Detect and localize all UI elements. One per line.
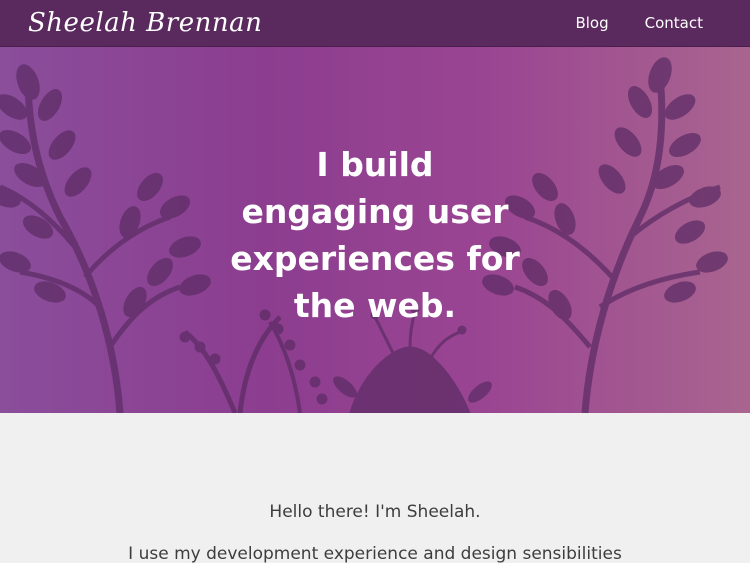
- hero-line: I build: [316, 145, 434, 184]
- hero-line: experiences for: [230, 239, 520, 278]
- intro-text: I use my development experience and desi…: [128, 544, 622, 563]
- hero-line: the web.: [293, 286, 457, 325]
- site-header: Sheelah Brennan Blog Contact: [0, 0, 750, 47]
- nav-link-contact[interactable]: Contact: [645, 14, 703, 32]
- site-logo-link[interactable]: Sheelah Brennan: [28, 3, 262, 43]
- intro-section: Hello there! I'm Sheelah. I use my devel…: [0, 413, 750, 563]
- main-nav: Blog Contact: [575, 0, 703, 46]
- intro-greeting: Hello there! I'm Sheelah.: [269, 502, 481, 522]
- page: Sheelah Brennan Blog Contact I build eng…: [0, 0, 750, 563]
- hero-banner: I build engaging user experiences for th…: [0, 47, 750, 413]
- nav-link-blog[interactable]: Blog: [575, 14, 608, 32]
- hero-headline: I build engaging user experiences for th…: [225, 141, 525, 329]
- left-fern-illustration: [0, 64, 211, 413]
- hero-line: engaging user: [241, 192, 509, 231]
